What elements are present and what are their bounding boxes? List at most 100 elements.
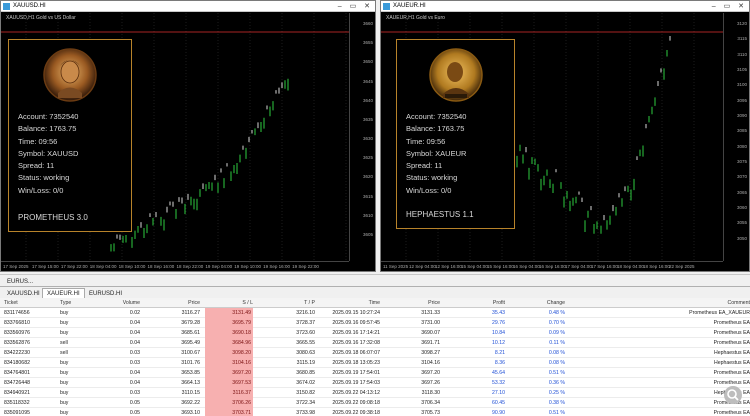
- table-row[interactable]: 834940921 buy 0.03 3110.15 3116.37 3150.82 202…: [0, 388, 750, 398]
- table-cell: 3665.55: [296, 340, 315, 346]
- price-chart[interactable]: XAUEUR,H1 Gold vs Euro Account: 7352540 B…: [381, 13, 749, 271]
- table-cell: 3733.98: [296, 410, 315, 416]
- ea-name-label: HEPHAESTUS 1.1: [406, 210, 474, 219]
- chart-window-xauusd[interactable]: XAUUSD.HI – ▭ ✕ XAUUSD,H1 Gold vs US Dol…: [0, 0, 376, 272]
- table-cell: 10.12: [492, 340, 505, 346]
- table-cell: 3098.27: [421, 350, 440, 356]
- table-cell: 3131.33: [421, 310, 440, 316]
- table-row[interactable]: 833560976 buy 0.04 3685.61 3690.18 3723.60 202…: [0, 328, 750, 338]
- time-axis-label: 12 Sep 04:00: [409, 264, 436, 269]
- table-cell[interactable]: Ticket: [4, 298, 34, 308]
- ea-info-line: Symbol: XAUEUR: [406, 148, 467, 158]
- price-axis-label: 3615: [362, 193, 373, 199]
- table-cell: 0.04: [129, 370, 140, 376]
- table-row[interactable]: 834222230 sell 0.03 3100.67 3098.20 3080.63 20…: [0, 348, 750, 358]
- price-axis-label: 3630: [362, 136, 373, 141]
- table-cell: 3695.49: [181, 340, 200, 346]
- table-cell: 27.10: [492, 390, 505, 396]
- time-axis-label: 18 Sep 16:00: [643, 264, 670, 269]
- ea-info-lines: Account: 7352540 Balance: 1763.75 Time: 09…: [18, 111, 78, 197]
- table-cell: 3216.10: [296, 310, 315, 316]
- table-row[interactable]: 833562876 sell 0.04 3695.49 3684.96 3665.55 20…: [0, 338, 750, 348]
- table-cell: Prometheus EA: [713, 320, 750, 326]
- table-cell: 3131.49: [205, 308, 253, 318]
- zoom-icon[interactable]: [724, 386, 742, 404]
- table-cell: 3653.85: [181, 370, 200, 376]
- table-cell: 3703.71: [205, 408, 253, 416]
- table-cell: 3706.34: [421, 400, 440, 406]
- price-axis-label: 3090: [736, 113, 747, 118]
- table-row[interactable]: 835118332 buy 0.05 3692.22 3706.26 3722.34 202…: [0, 398, 750, 408]
- table-cell: buy: [60, 410, 69, 416]
- chart-window-xaueur[interactable]: XAUEUR.HI – ▭ ✕ XAUEUR,H1 Gold vs Euro A: [380, 0, 750, 272]
- table-cell[interactable]: Profit: [440, 298, 505, 308]
- table-cell: 3695.79: [205, 318, 253, 328]
- time-axis[interactable]: 11 Sep 2025 12 Sep 04:00 12 Sep 16:00 15 Se…: [381, 261, 723, 271]
- table-cell[interactable]: Type: [60, 298, 80, 308]
- table-cell: 0.70 %: [548, 320, 565, 326]
- table-cell[interactable]: Volume: [100, 298, 140, 308]
- time-axis-label: 17 Sep 22:00: [60, 264, 88, 269]
- price-axis[interactable]: 3660 3655 3650 3645 3640 3635 3630 3625 3620 3615…: [349, 13, 375, 261]
- ea-info-line: Spread: 11: [406, 161, 443, 171]
- tab-xaueur[interactable]: XAUEUR.HI: [42, 288, 85, 298]
- table-cell[interactable]: Change: [510, 298, 565, 308]
- table-cell[interactable]: Price: [380, 298, 440, 308]
- table-row[interactable]: 835091095 buy 0.05 3693.10 3703.71 3733.98 202…: [0, 408, 750, 416]
- table-cell: 0.04: [129, 340, 140, 346]
- table-cell: Hephaestus EA: [713, 360, 750, 366]
- table-cell: 3118.30: [421, 390, 440, 396]
- table-cell: 3705.73: [421, 410, 440, 416]
- ea-info-line: Spread: 11: [18, 161, 55, 171]
- table-cell[interactable]: S / L: [205, 298, 253, 308]
- table-row[interactable]: 831174656 buy 0.02 3116.27 3131.49 3216.10 202…: [0, 308, 750, 318]
- table-cell: 3100.67: [181, 350, 200, 356]
- price-chart[interactable]: XAUUSD,H1 Gold vs US Dollar Account: 735…: [1, 13, 375, 271]
- table-cell: 0.03: [129, 350, 140, 356]
- table-cell: Prometheus EA: [713, 340, 750, 346]
- time-axis[interactable]: 17 Sep 2025 17 Sep 15:00 17 Sep 22:00 18 Se…: [1, 261, 349, 271]
- table-cell: 3101.76: [181, 360, 200, 366]
- trade-table[interactable]: Ticket Type Volume Price S / LT / P Time Price…: [0, 298, 750, 416]
- table-cell: 0.05: [129, 400, 140, 406]
- time-axis-label: 17 Sep 2025: [3, 264, 29, 269]
- ea-info-line: Balance: 1763.75: [406, 124, 465, 134]
- table-cell: Prometheus EA: [713, 370, 750, 376]
- table-cell: 3690.18: [205, 328, 253, 338]
- price-axis[interactable]: 3120 3115 3110 3105 3100 3095 3090 3085 3080 3075…: [723, 13, 749, 261]
- table-cell: 3104.16: [421, 360, 440, 366]
- table-cell[interactable]: Comment: [560, 298, 750, 308]
- table-cell[interactable]: Price: [150, 298, 200, 308]
- price-axis-label: 3110: [737, 51, 747, 57]
- table-cell: sell: [60, 340, 68, 346]
- table-cell: buy: [60, 380, 69, 386]
- table-row[interactable]: 834180682 buy 0.03 3101.76 3104.16 3115.19 202…: [0, 358, 750, 368]
- window-titlebar[interactable]: XAUUSD.HI – ▭ ✕: [1, 1, 375, 12]
- toolbox-label[interactable]: EURUS...: [2, 276, 38, 286]
- chart-tabs-bar: EURUS...: [0, 274, 750, 286]
- table-cell: buy: [60, 390, 69, 396]
- table-cell: 45.64: [492, 370, 505, 376]
- table-cell: Prometheus EA_XAUEUR: [689, 310, 750, 316]
- table-cell: 3693.10: [181, 410, 200, 416]
- price-axis-label: 3655: [362, 40, 373, 46]
- price-axis-label: 3055: [736, 220, 747, 226]
- table-cell: 2025.09.22 09:38:18: [332, 410, 380, 416]
- table-cell[interactable]: T / P: [260, 298, 315, 308]
- table-row[interactable]: 834726448 buy 0.04 3664.13 3697.53 3674.02 202…: [0, 378, 750, 388]
- tab-eurusd[interactable]: EURUSD.HI: [84, 288, 127, 298]
- window-controls-icon[interactable]: – ▭ ✕: [712, 1, 747, 12]
- table-cell: 0.04: [129, 320, 140, 326]
- tab-xauusd[interactable]: XAUUSD.HI: [2, 288, 45, 298]
- table-cell: 3684.96: [205, 338, 253, 348]
- table-cell[interactable]: Time: [310, 298, 380, 308]
- table-row[interactable]: 834764801 buy 0.04 3653.85 3697.20 3680.85 202…: [0, 368, 750, 378]
- table-cell: 0.08 %: [548, 350, 565, 356]
- table-cell: 0.04: [129, 380, 140, 386]
- time-axis-label: 18 Sep 04:00: [617, 264, 644, 269]
- window-title: XAUUSD.HI: [13, 3, 46, 9]
- price-axis-label: 3640: [362, 97, 373, 103]
- window-titlebar[interactable]: XAUEUR.HI – ▭ ✕: [381, 1, 749, 12]
- window-controls-icon[interactable]: – ▭ ✕: [338, 1, 373, 12]
- table-row[interactable]: 833766810 buy 0.04 3679.28 3695.79 3728.37 202…: [0, 318, 750, 328]
